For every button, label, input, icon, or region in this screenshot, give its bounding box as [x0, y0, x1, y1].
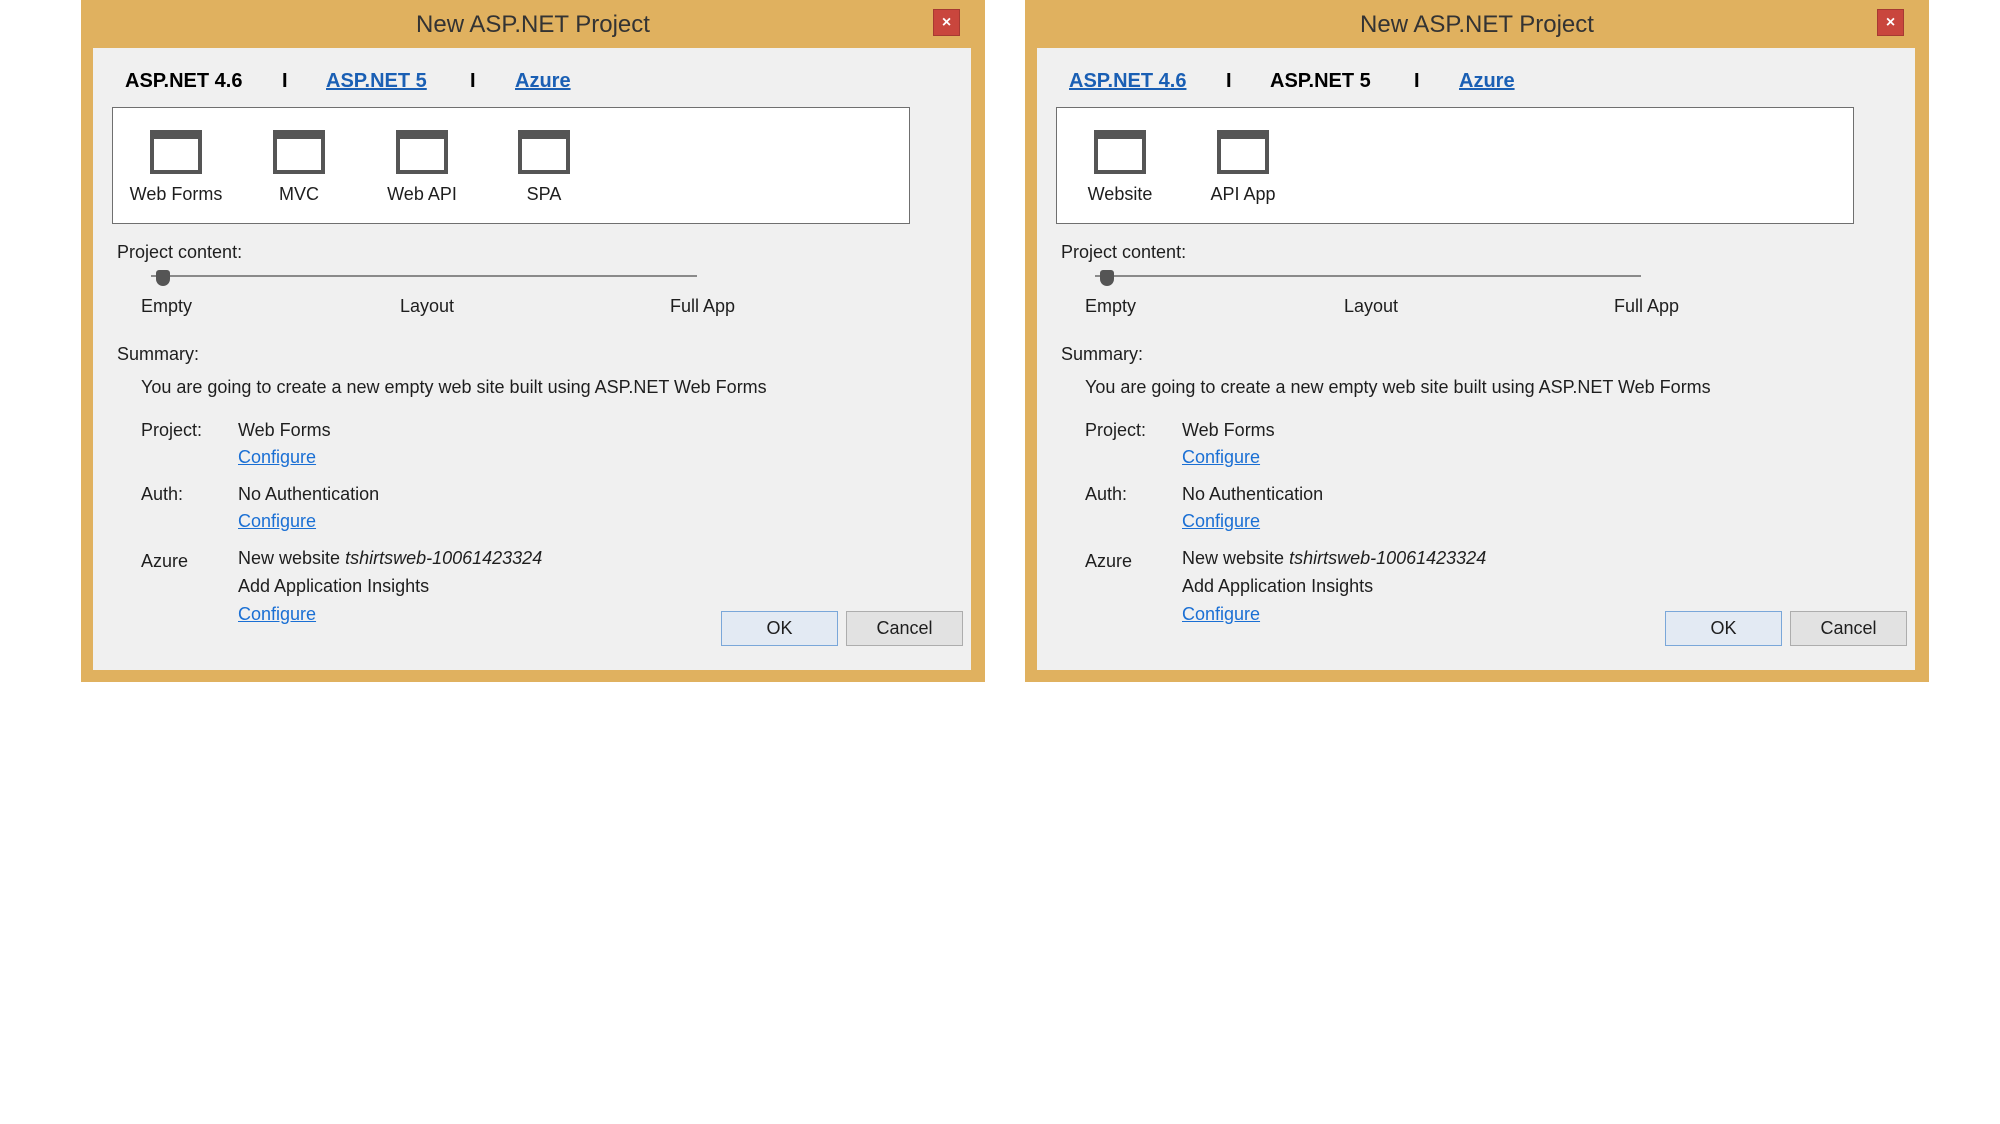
summary-label: Summary:	[1061, 344, 1144, 364]
ok-button[interactable]: OK	[1665, 611, 1782, 646]
azure-new-website-text: New website	[238, 548, 341, 568]
tab-aspnet-5[interactable]: ASP.NET 5	[326, 70, 427, 93]
azure-insights: Add Application Insights	[238, 576, 430, 596]
azure-insights: Add Application Insights	[1182, 576, 1374, 596]
window-icon	[150, 130, 202, 174]
slider-label-empty: Empty	[1085, 296, 1137, 316]
template-mvc[interactable]: MVC	[244, 130, 354, 205]
new-project-dialog-aspnet46: New ASP.NET Project × ASP.NET 4.6 I ASP.…	[81, 0, 985, 682]
template-website[interactable]: Website	[1065, 130, 1175, 205]
template-list: Website API App	[1056, 107, 1854, 224]
tab-separator: I	[1226, 70, 1232, 92]
close-button[interactable]: ×	[933, 9, 960, 36]
configure-project-link[interactable]: Configure	[238, 447, 316, 468]
slider-label-empty: Empty	[141, 296, 193, 316]
close-button[interactable]: ×	[1877, 9, 1904, 36]
window-icon	[396, 130, 448, 174]
dialog-body: ASP.NET 4.6 I ASP.NET 5 I Azure Web Form…	[93, 48, 971, 670]
template-web-api[interactable]: Web API	[367, 130, 477, 205]
auth-value: No Authentication	[238, 484, 380, 504]
project-value: Web Forms	[238, 420, 331, 440]
azure-site-name: tshirtsweb-10061423324	[1289, 548, 1487, 568]
window-icon	[273, 130, 325, 174]
project-content-slider[interactable]	[1095, 275, 1641, 277]
azure-label: Azure	[141, 551, 189, 571]
summary-text: You are going to create a new empty web …	[141, 377, 767, 397]
template-api-app[interactable]: API App	[1188, 130, 1298, 205]
template-web-forms[interactable]: Web Forms	[121, 130, 231, 205]
azure-site-name: tshirtsweb-10061423324	[345, 548, 543, 568]
tab-aspnet-5[interactable]: ASP.NET 5	[1270, 70, 1371, 93]
tab-aspnet-46[interactable]: ASP.NET 4.6	[1069, 70, 1186, 93]
new-project-dialog-aspnet5: New ASP.NET Project × ASP.NET 4.6 I ASP.…	[1025, 0, 1929, 682]
summary-text: You are going to create a new empty web …	[1085, 377, 1711, 397]
project-value: Web Forms	[1182, 420, 1275, 440]
slider-label-full-app: Full App	[1614, 296, 1680, 316]
dialog-body: ASP.NET 4.6 I ASP.NET 5 I Azure Website …	[1037, 48, 1915, 670]
auth-label: Auth:	[141, 484, 184, 504]
template-spa[interactable]: SPA	[489, 130, 599, 205]
project-label: Project:	[1085, 420, 1147, 440]
tab-separator: I	[282, 70, 288, 92]
window-icon	[518, 130, 570, 174]
configure-project-link[interactable]: Configure	[1182, 447, 1260, 468]
title-bar: New ASP.NET Project ×	[1025, 0, 1929, 48]
template-label: API App	[1210, 184, 1276, 204]
dialog-title: New ASP.NET Project	[1360, 11, 1594, 38]
slider-thumb[interactable]	[1100, 270, 1114, 286]
project-content-label: Project content:	[1061, 242, 1187, 262]
slider-label-full-app: Full App	[670, 296, 736, 316]
azure-new-website: New website tshirtsweb-10061423324	[1182, 548, 1486, 569]
template-label: Web Forms	[129, 184, 223, 204]
window-icon	[1217, 130, 1269, 174]
azure-label: Azure	[1085, 551, 1133, 571]
tab-separator: I	[470, 70, 476, 92]
template-list: Web Forms MVC Web API SPA	[112, 107, 910, 224]
project-label: Project:	[141, 420, 203, 440]
configure-azure-link[interactable]: Configure	[1182, 604, 1260, 625]
auth-label: Auth:	[1085, 484, 1128, 504]
slider-label-layout: Layout	[1344, 296, 1399, 316]
cancel-button[interactable]: Cancel	[1790, 611, 1907, 646]
auth-value: No Authentication	[1182, 484, 1324, 504]
summary-label: Summary:	[117, 344, 200, 364]
template-label: SPA	[526, 184, 562, 204]
project-content-slider[interactable]	[151, 275, 697, 277]
configure-azure-link[interactable]: Configure	[238, 604, 316, 625]
project-content-label: Project content:	[117, 242, 243, 262]
ok-button[interactable]: OK	[721, 611, 838, 646]
tab-azure[interactable]: Azure	[1459, 70, 1515, 93]
slider-thumb[interactable]	[156, 270, 170, 286]
azure-new-website: New website tshirtsweb-10061423324	[238, 548, 542, 569]
dialog-title: New ASP.NET Project	[416, 11, 650, 38]
template-label: Website	[1087, 184, 1153, 204]
slider-label-layout: Layout	[400, 296, 455, 316]
azure-new-website-text: New website	[1182, 548, 1285, 568]
template-label: Web API	[387, 184, 457, 204]
title-bar: New ASP.NET Project ×	[81, 0, 985, 48]
tab-aspnet-46[interactable]: ASP.NET 4.6	[125, 70, 242, 93]
tab-separator: I	[1414, 70, 1420, 92]
window-icon	[1094, 130, 1146, 174]
template-label: MVC	[279, 184, 319, 204]
configure-auth-link[interactable]: Configure	[1182, 511, 1260, 532]
cancel-button[interactable]: Cancel	[846, 611, 963, 646]
tab-azure[interactable]: Azure	[515, 70, 571, 93]
configure-auth-link[interactable]: Configure	[238, 511, 316, 532]
